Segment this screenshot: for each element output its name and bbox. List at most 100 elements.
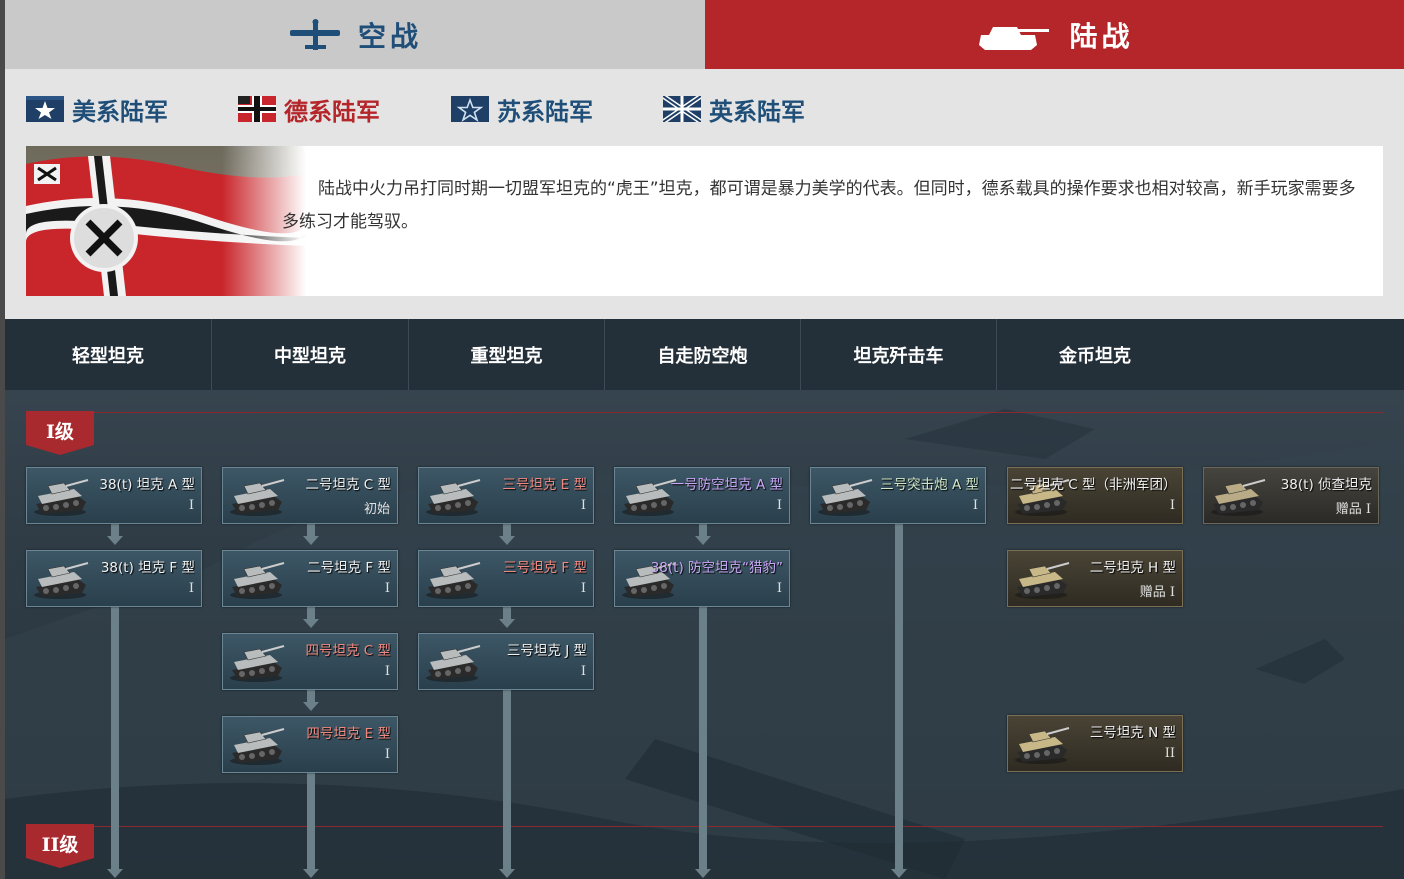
- vehicle-tier: I: [384, 664, 390, 679]
- vehicle-tier: I: [188, 581, 194, 596]
- nation-germany[interactable]: 德系陆军: [238, 92, 380, 126]
- vehicle-card[interactable]: 二号坦克 F 型 I: [222, 550, 398, 607]
- tank-thumbnail-icon: [622, 479, 677, 516]
- vehicle-name: 38(t) 侦查坦克: [1280, 477, 1372, 493]
- vehicle-card[interactable]: 一号防空坦克 A 型 I: [614, 467, 790, 524]
- vehicle-tier: 赠品 I: [1335, 502, 1371, 517]
- rank-label-2: II级: [41, 834, 79, 856]
- tank-thumbnail-icon: [230, 562, 285, 599]
- vehicle-tier: I: [384, 581, 390, 596]
- vehicle-card[interactable]: 二号坦克 C 型初始: [222, 467, 398, 524]
- vehicle-card[interactable]: 38(t) 坦克 A 型 I: [26, 467, 202, 524]
- nation-ussr[interactable]: 苏系陆军: [451, 92, 593, 126]
- tank-thumbnail-icon: [426, 479, 481, 516]
- vehicle-tier: I: [580, 581, 586, 596]
- vehicle-tier: I: [776, 498, 782, 513]
- tank-thumbnail-icon: [818, 479, 873, 516]
- tank-thumbnail-icon: [230, 728, 285, 765]
- vehicle-name: 三号坦克 J 型: [506, 643, 587, 659]
- vehicle-card[interactable]: 三号突击炮 A 型 I: [810, 467, 986, 524]
- vehicle-tier: I: [1169, 498, 1175, 513]
- german-war-flag-image: [26, 146, 306, 296]
- tree-arrow: [303, 619, 319, 628]
- vehicle-name: 一号防空坦克 A 型: [670, 477, 783, 493]
- tank-thumbnail-icon: [1015, 727, 1070, 764]
- vehicle-card[interactable]: 四号坦克 C 型 I: [222, 633, 398, 690]
- vehicle-card[interactable]: 二号坦克 H 型赠品 I: [1007, 550, 1183, 607]
- category-spaa[interactable]: 自走防空炮: [605, 319, 801, 390]
- nation-germany-label: 德系陆军: [284, 97, 380, 126]
- tree-arrow: [303, 536, 319, 545]
- tree-arrow: [499, 619, 515, 628]
- category-medium-tank[interactable]: 中型坦克: [212, 319, 409, 390]
- vehicle-name: 四号坦克 C 型: [305, 643, 391, 659]
- vehicle-card[interactable]: 三号坦克 N 型 II: [1007, 715, 1183, 772]
- vehicle-card[interactable]: 三号坦克 F 型 I: [418, 550, 594, 607]
- vehicle-name: 二号坦克 H 型: [1089, 560, 1176, 576]
- tab-ground-battle[interactable]: 陆战: [705, 0, 1404, 69]
- vehicle-tier: I: [580, 498, 586, 513]
- tree-connector: [307, 690, 315, 702]
- vehicle-name: 三号坦克 N 型: [1089, 725, 1176, 741]
- tank-icon: [979, 26, 1050, 50]
- rank-badge-1: I级: [26, 411, 94, 455]
- tree-arrow: [107, 869, 123, 878]
- tree-connector: [895, 524, 903, 869]
- tree-arrow: [303, 869, 319, 878]
- tab-air-battle[interactable]: 空战: [5, 0, 705, 69]
- nation-usa[interactable]: 美系陆军: [26, 92, 168, 126]
- tank-thumbnail-icon: [230, 645, 285, 682]
- tree-connector: [503, 524, 511, 536]
- tree-arrow: [303, 702, 319, 711]
- rank-divider: [26, 412, 1383, 413]
- vehicle-name: 三号坦克 F 型: [503, 560, 587, 576]
- tree-connector: [503, 690, 511, 869]
- tank-thumbnail-icon: [34, 562, 89, 599]
- tree-arrow: [499, 869, 515, 878]
- vehicle-tier: I: [580, 664, 586, 679]
- tree-connector: [699, 524, 707, 536]
- tree-arrow: [499, 536, 515, 545]
- page: 空战 陆战 美系陆军 德系陆军 苏系陆军 英系陆军 陆战中火力吊打同时期一切盟军…: [5, 0, 1404, 879]
- vehicle-name: 三号坦克 E 型: [502, 477, 587, 493]
- vehicle-card[interactable]: 38(t) 防空坦克“猎豹” I: [614, 550, 790, 607]
- tank-thumbnail-icon: [1015, 562, 1070, 599]
- nation-uk[interactable]: 英系陆军: [663, 92, 805, 126]
- vehicle-card[interactable]: 38(t) 侦查坦克赠品 I: [1203, 467, 1379, 524]
- nation-ussr-label: 苏系陆军: [497, 97, 593, 126]
- tree-connector: [307, 607, 315, 619]
- rank-label-1: I级: [46, 421, 74, 443]
- category-premium-tank[interactable]: 金币坦克: [997, 319, 1193, 390]
- vehicle-card[interactable]: 三号坦克 E 型 I: [418, 467, 594, 524]
- category-tank-destroyer[interactable]: 坦克歼击车: [801, 319, 997, 390]
- tree-connector: [503, 607, 511, 619]
- nation-description-text: 陆战中火力吊打同时期一切盟军坦克的“虎王”坦克，都可谓是暴力美学的代表。但同时，…: [282, 179, 1356, 232]
- vehicle-name: 二号坦克 F 型: [307, 560, 391, 576]
- vehicle-card[interactable]: 二号坦克 C 型（非洲军团） I: [1007, 467, 1183, 524]
- vehicle-tier: I: [188, 498, 194, 513]
- tank-thumbnail-icon: [34, 479, 89, 516]
- category-light-tank[interactable]: 轻型坦克: [5, 319, 212, 390]
- nation-usa-label: 美系陆军: [72, 97, 168, 126]
- vehicle-tier: I: [384, 747, 390, 762]
- vehicle-name: 二号坦克 C 型: [305, 477, 391, 493]
- category-heavy-tank[interactable]: 重型坦克: [409, 319, 605, 390]
- tree-connector: [111, 524, 119, 536]
- nation-description-panel: 陆战中火力吊打同时期一切盟军坦克的“虎王”坦克，都可谓是暴力美学的代表。但同时，…: [26, 146, 1383, 296]
- vehicle-tier: II: [1164, 746, 1175, 761]
- tank-thumbnail-icon: [426, 562, 481, 599]
- tab-ground-label: 陆战: [1069, 19, 1134, 53]
- uk-flag-icon: [663, 96, 701, 122]
- vehicle-tier: I: [972, 498, 978, 513]
- plane-icon: [289, 18, 340, 50]
- vehicle-card[interactable]: 38(t) 坦克 F 型 I: [26, 550, 202, 607]
- tree-connector: [111, 607, 119, 869]
- vehicle-card[interactable]: 四号坦克 E 型 I: [222, 716, 398, 773]
- vehicle-name: 38(t) 坦克 F 型: [100, 560, 195, 576]
- tree-connector: [307, 773, 315, 869]
- tree-arrow: [695, 869, 711, 878]
- vehicle-name: 三号突击炮 A 型: [880, 477, 979, 493]
- vehicle-card[interactable]: 三号坦克 J 型 I: [418, 633, 594, 690]
- tree-connector: [307, 524, 315, 536]
- tree-connector: [699, 607, 707, 869]
